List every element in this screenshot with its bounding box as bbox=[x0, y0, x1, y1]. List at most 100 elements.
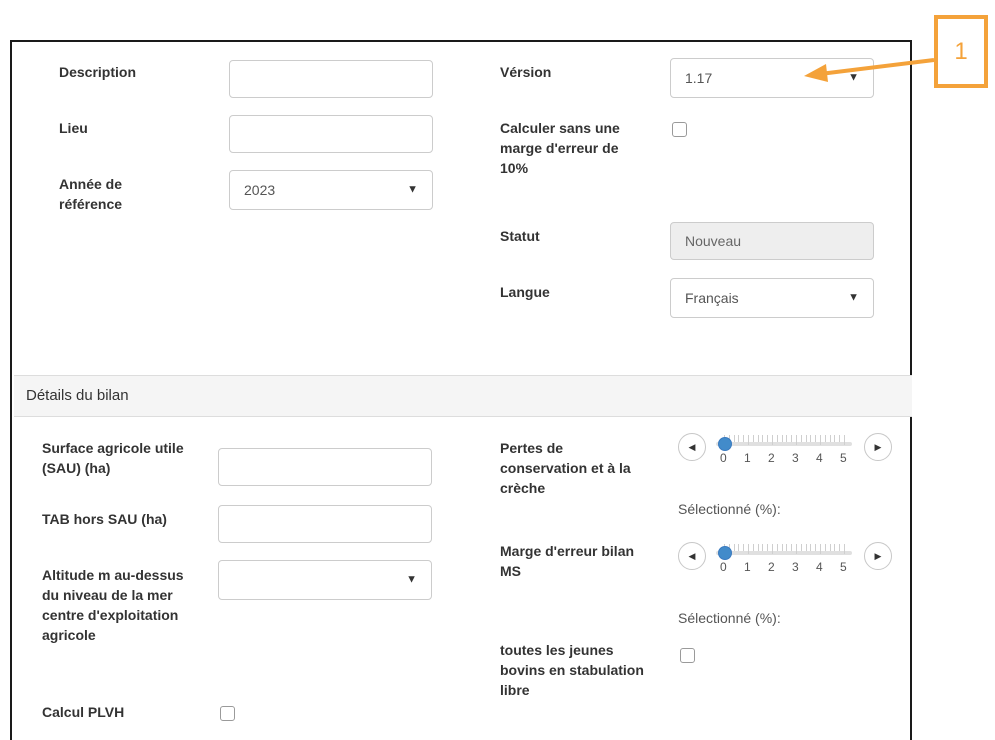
description-label: Description bbox=[59, 64, 137, 80]
slider-tick-label: 0 bbox=[720, 451, 727, 465]
lieu-input[interactable] bbox=[229, 115, 433, 153]
marge-selected-label: Sélectionné (%): bbox=[678, 610, 781, 626]
jeunes-checkbox[interactable] bbox=[680, 648, 695, 663]
slider-minor-tick bbox=[800, 544, 802, 551]
annotation-number: 1 bbox=[954, 37, 968, 65]
slider-minor-tick bbox=[810, 544, 812, 551]
slider-handle-icon[interactable] bbox=[718, 437, 732, 451]
altitude-label: Altitude m au-dessus du niveau de la mer… bbox=[42, 567, 184, 643]
slider-minor-tick bbox=[748, 435, 749, 445]
slider-tick-labels: 0 1 2 3 4 5 bbox=[720, 451, 850, 465]
slider-minor-tick bbox=[796, 544, 797, 554]
slider-minor-tick bbox=[762, 544, 764, 551]
chevron-left-icon[interactable]: ◀ bbox=[678, 433, 706, 461]
slider-minor-tick bbox=[815, 544, 817, 551]
slider-minor-tick bbox=[820, 435, 821, 445]
plvh-checkbox[interactable] bbox=[220, 706, 235, 721]
annee-label: Année de référence bbox=[59, 176, 123, 212]
annee-select[interactable]: 2023 ▼ bbox=[229, 170, 433, 210]
pertes-selected-label: Sélectionné (%): bbox=[678, 501, 781, 517]
slider-minor-tick bbox=[800, 435, 802, 442]
marge-label: Marge d'erreur bilan MS bbox=[500, 543, 635, 579]
calculer-checkbox[interactable] bbox=[672, 122, 687, 137]
slider-tick-label: 5 bbox=[840, 451, 847, 465]
chevron-left-icon[interactable]: ◀ bbox=[678, 542, 706, 570]
slider-minor-tick bbox=[738, 435, 740, 442]
slider-tick-label: 4 bbox=[816, 451, 823, 465]
slider-minor-tick bbox=[757, 435, 759, 442]
slider-minor-tick bbox=[786, 435, 788, 442]
slider-minor-tick bbox=[829, 435, 831, 442]
section-title: Détails du bilan bbox=[26, 387, 129, 404]
slider-minor-tick bbox=[757, 544, 759, 551]
slider-minor-tick bbox=[844, 544, 845, 554]
slider-ticks bbox=[724, 435, 845, 445]
tab-input[interactable] bbox=[218, 505, 432, 543]
slider-minor-tick bbox=[824, 435, 826, 442]
marge-slider[interactable]: ◀ 0 1 2 3 4 5 ▶ bbox=[678, 542, 892, 594]
slider-minor-tick bbox=[834, 544, 836, 551]
dropdown-caret-icon: ▼ bbox=[406, 573, 417, 586]
dropdown-caret-icon: ▼ bbox=[848, 291, 859, 304]
slider-minor-tick bbox=[743, 435, 745, 442]
arrow-icon bbox=[804, 58, 935, 82]
chevron-right-icon[interactable]: ▶ bbox=[864, 542, 892, 570]
statut-value: Nouveau bbox=[685, 233, 742, 249]
slider-ticks bbox=[724, 544, 845, 554]
jeunes-label: toutes les jeunes bovins en stabulation … bbox=[500, 642, 644, 698]
plvh-label: Calcul PLVH bbox=[42, 704, 125, 720]
langue-select[interactable]: Français ▼ bbox=[670, 278, 874, 318]
calculer-label: Calculer sans une marge d'erreur de 10% bbox=[500, 120, 620, 176]
annee-value: 2023 bbox=[244, 182, 276, 198]
slider-minor-tick bbox=[815, 435, 817, 442]
slider-tick-label: 3 bbox=[792, 560, 799, 574]
slider-minor-tick bbox=[752, 435, 754, 442]
form-panel: Description Lieu Année de référence 2023… bbox=[10, 40, 912, 740]
slider-minor-tick bbox=[767, 435, 769, 442]
slider-minor-tick bbox=[781, 544, 783, 551]
slider-minor-tick bbox=[786, 544, 788, 551]
pertes-label: Pertes de conservation et à la crèche bbox=[500, 440, 631, 496]
slider-minor-tick bbox=[839, 544, 841, 551]
slider-minor-tick bbox=[772, 435, 773, 445]
slider-minor-tick bbox=[776, 435, 778, 442]
slider-minor-tick bbox=[743, 544, 745, 551]
altitude-select[interactable]: ▼ bbox=[218, 560, 432, 600]
slider-tick-label: 2 bbox=[768, 560, 775, 574]
annotation-badge: 1 bbox=[934, 15, 988, 88]
slider-minor-tick bbox=[844, 435, 845, 445]
section-header: Détails du bilan bbox=[14, 375, 912, 417]
slider-minor-tick bbox=[733, 544, 735, 551]
slider-minor-tick bbox=[824, 544, 826, 551]
slider-minor-tick bbox=[738, 544, 740, 551]
slider-tick-label: 5 bbox=[840, 560, 847, 574]
slider-tick-label: 2 bbox=[768, 451, 775, 465]
slider-minor-tick bbox=[752, 544, 754, 551]
slider-tick-label: 0 bbox=[720, 560, 727, 574]
slider-tick-label: 3 bbox=[792, 451, 799, 465]
slider-minor-tick bbox=[772, 544, 773, 554]
version-label: Vérsion bbox=[500, 64, 552, 80]
description-input[interactable] bbox=[229, 60, 433, 98]
slider-minor-tick bbox=[733, 435, 735, 442]
sau-input[interactable] bbox=[218, 448, 432, 486]
statut-field: Nouveau bbox=[670, 222, 874, 260]
slider-minor-tick bbox=[762, 435, 764, 442]
slider-tick-label: 1 bbox=[744, 451, 751, 465]
dropdown-caret-icon: ▼ bbox=[407, 183, 418, 196]
pertes-slider[interactable]: ◀ 0 1 2 3 4 5 ▶ bbox=[678, 433, 892, 485]
slider-minor-tick bbox=[767, 544, 769, 551]
version-value: 1.17 bbox=[685, 70, 713, 86]
slider-handle-icon[interactable] bbox=[718, 546, 732, 560]
sau-label: Surface agricole utile (SAU) (ha) bbox=[42, 440, 184, 476]
slider-minor-tick bbox=[781, 435, 783, 442]
slider-tick-label: 4 bbox=[816, 560, 823, 574]
slider-tick-label: 1 bbox=[744, 560, 751, 574]
slider-minor-tick bbox=[834, 435, 836, 442]
slider-minor-tick bbox=[805, 544, 807, 551]
slider-minor-tick bbox=[810, 435, 812, 442]
slider-minor-tick bbox=[776, 544, 778, 551]
chevron-right-icon[interactable]: ▶ bbox=[864, 433, 892, 461]
statut-label: Statut bbox=[500, 228, 540, 244]
slider-minor-tick bbox=[748, 544, 749, 554]
